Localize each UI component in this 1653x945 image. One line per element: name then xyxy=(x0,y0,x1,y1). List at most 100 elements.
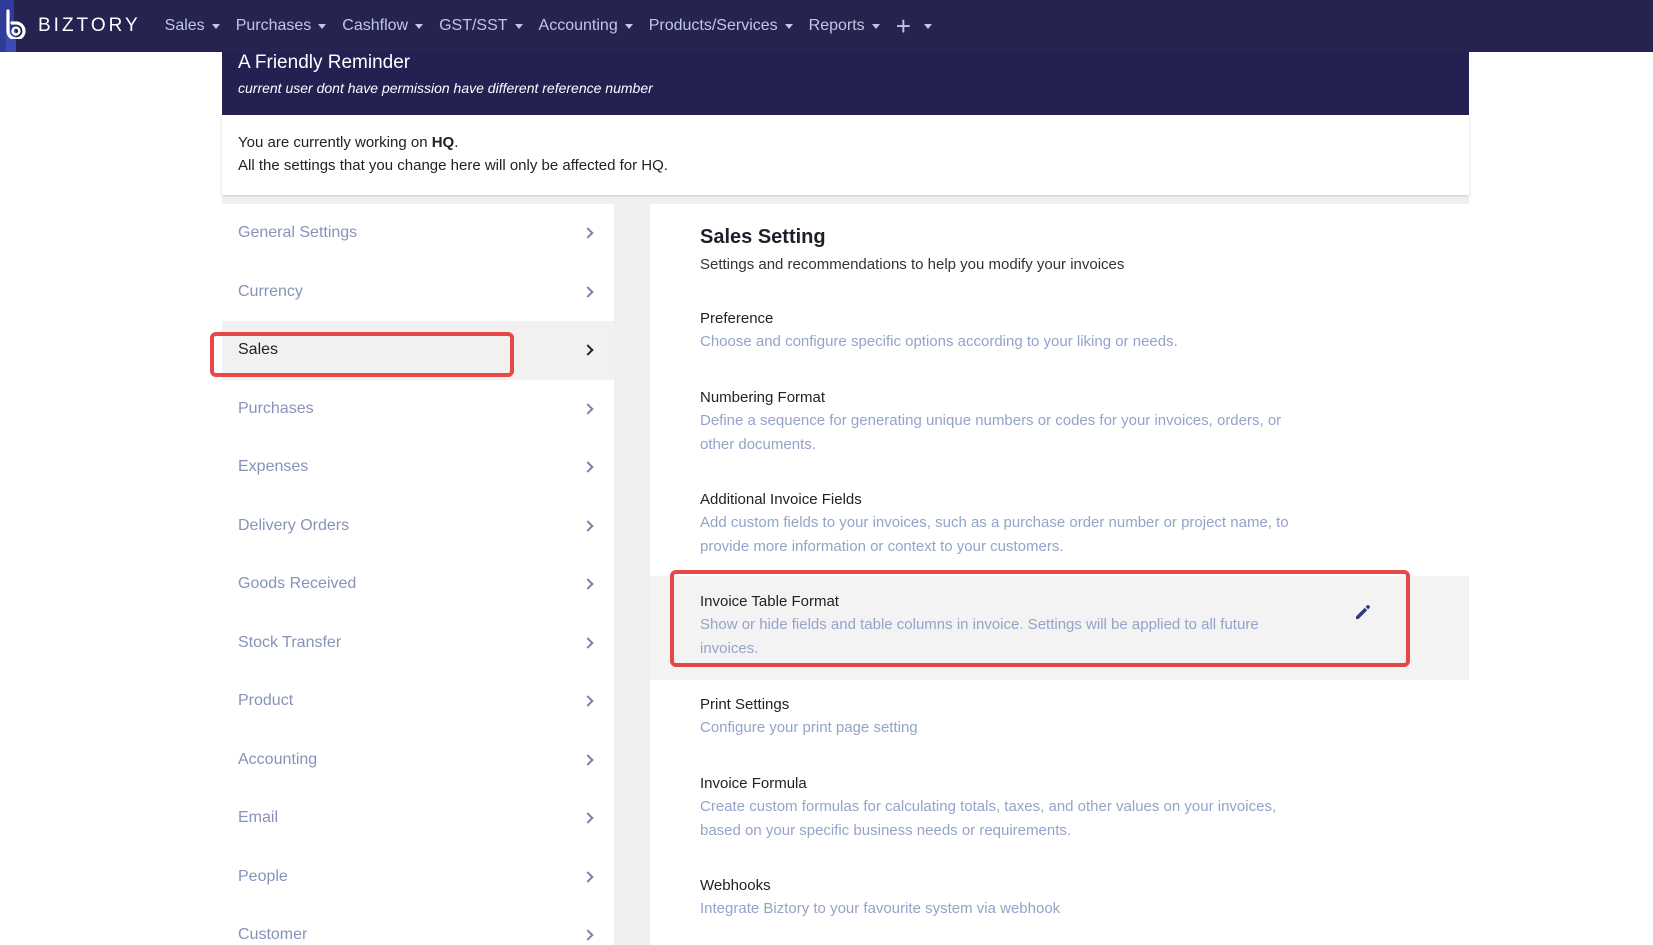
chevron-right-icon xyxy=(582,520,594,532)
chevron-right-icon xyxy=(582,227,594,239)
brand-logo[interactable]: BIZTORY xyxy=(0,0,141,52)
setting-invoice-table-format[interactable]: Invoice Table Format Show or hide fields… xyxy=(650,576,1469,680)
branch-info-box: You are currently working on HQ. All the… xyxy=(222,115,1469,195)
setting-title: Invoice Formula xyxy=(700,775,807,792)
sidebar-item-goods-received[interactable]: Goods Received xyxy=(222,555,614,614)
chevron-right-icon xyxy=(582,871,594,883)
chevron-right-icon xyxy=(582,286,594,298)
nav-products-services-label: Products/Services xyxy=(648,17,778,34)
sidebar-item-label: Delivery Orders xyxy=(238,516,350,534)
caret-down-icon xyxy=(415,23,424,29)
setting-invoice-formula[interactable]: Invoice Formula Create custom formulas f… xyxy=(650,772,1469,843)
caret-down-icon xyxy=(871,23,880,29)
nav-purchases[interactable]: Purchases xyxy=(236,17,327,35)
setting-description: Define a sequence for generating unique … xyxy=(700,412,1282,453)
sidebar-item-expenses[interactable]: Expenses xyxy=(222,438,614,497)
branch-info-prefix: You are currently working on xyxy=(238,134,432,151)
setting-title: Print Settings xyxy=(700,696,790,713)
nav-gst-sst-label: GST/SST xyxy=(439,17,508,34)
chevron-right-icon xyxy=(582,929,594,941)
brand-name: BIZTORY xyxy=(38,15,141,36)
reminder-title: A Friendly Reminder xyxy=(238,52,411,73)
sidebar-item-label: Product xyxy=(238,692,294,710)
sidebar-item-label: Stock Transfer xyxy=(238,633,342,651)
setting-description: Add custom fields to your invoices, such… xyxy=(700,514,1289,555)
nav-cashflow[interactable]: Cashflow xyxy=(342,17,424,35)
setting-preference[interactable]: Preference Choose and configure specific… xyxy=(650,307,1469,354)
sidebar-item-label: Accounting xyxy=(238,750,318,768)
sidebar-item-label: Customer xyxy=(238,926,308,944)
setting-numbering-format[interactable]: Numbering Format Define a sequence for g… xyxy=(650,386,1469,457)
sidebar-item-currency[interactable]: Currency xyxy=(222,263,614,322)
setting-description: Show or hide fields and table columns in… xyxy=(700,616,1259,657)
nav-sales-label: Sales xyxy=(164,17,205,34)
setting-webhooks[interactable]: Webhooks Integrate Biztory to your favou… xyxy=(650,874,1469,921)
sidebar-item-sales[interactable]: Sales xyxy=(222,321,614,380)
sidebar-item-label: General Settings xyxy=(238,224,358,242)
sidebar-item-people[interactable]: People xyxy=(222,848,614,907)
sidebar-item-label: Email xyxy=(238,809,279,827)
setting-title: Preference xyxy=(700,310,774,327)
caret-down-icon xyxy=(211,23,220,29)
setting-description: Configure your print page setting xyxy=(700,719,918,736)
nav-products-services[interactable]: Products/Services xyxy=(649,17,793,35)
sidebar-item-label: Currency xyxy=(238,282,303,300)
caret-down-icon xyxy=(923,23,932,29)
sidebar-item-label: Expenses xyxy=(238,458,309,476)
sidebar-item-label: People xyxy=(238,867,288,885)
chevron-right-icon xyxy=(582,637,594,649)
branch-info-suffix: . xyxy=(454,134,459,151)
sidebar-item-customer[interactable]: Customer xyxy=(222,906,614,945)
nav-accounting[interactable]: Accounting xyxy=(539,17,633,35)
setting-title: Numbering Format xyxy=(700,389,826,406)
sidebar-item-product[interactable]: Product xyxy=(222,672,614,731)
page-subtitle: Settings and recommendations to help you… xyxy=(700,256,1125,273)
caret-down-icon xyxy=(624,23,633,29)
chevron-right-icon xyxy=(582,754,594,766)
chevron-right-icon xyxy=(582,403,594,415)
nav-sales[interactable]: Sales xyxy=(165,17,220,35)
caret-down-icon xyxy=(784,23,793,29)
caret-down-icon xyxy=(514,23,523,29)
caret-down-icon xyxy=(318,23,327,29)
chevron-right-icon xyxy=(582,461,594,473)
setting-description: Choose and configure specific options ac… xyxy=(700,333,1178,350)
branch-info-line2: All the settings that you change here wi… xyxy=(238,157,668,174)
sidebar-item-general-settings[interactable]: General Settings xyxy=(222,204,614,263)
setting-title: Invoice Table Format xyxy=(700,593,839,610)
settings-sidebar: General Settings Currency Sales Purchase… xyxy=(222,204,614,945)
sidebar-item-accounting[interactable]: Accounting xyxy=(222,731,614,790)
nav-accounting-label: Accounting xyxy=(538,17,618,34)
setting-description: Create custom formulas for calculating t… xyxy=(700,798,1277,839)
sales-setting-panel: Sales Setting Settings and recommendatio… xyxy=(650,204,1469,945)
branch-name: HQ xyxy=(431,134,455,151)
setting-title: Additional Invoice Fields xyxy=(700,491,862,508)
chevron-right-icon xyxy=(582,344,594,356)
chevron-right-icon xyxy=(582,578,594,590)
sidebar-item-email[interactable]: Email xyxy=(222,789,614,848)
nav-gst-sst[interactable]: GST/SST xyxy=(439,17,523,35)
setting-description: Integrate Biztory to your favourite syst… xyxy=(700,900,1061,917)
reminder-banner: A Friendly Reminder current user dont ha… xyxy=(222,52,1469,115)
main-nav: Sales Purchases Cashflow GST/SST Account… xyxy=(165,0,948,52)
sidebar-item-label: Purchases xyxy=(238,399,314,417)
sidebar-item-purchases[interactable]: Purchases xyxy=(222,380,614,439)
setting-additional-invoice-fields[interactable]: Additional Invoice Fields Add custom fie… xyxy=(650,488,1469,559)
nav-reports[interactable]: Reports xyxy=(809,17,880,35)
sidebar-item-stock-transfer[interactable]: Stock Transfer xyxy=(222,614,614,673)
nav-quick-add[interactable]: + xyxy=(896,13,932,39)
setting-print-settings[interactable]: Print Settings Configure your print page… xyxy=(650,693,1469,740)
branch-info-line1: You are currently working on HQ. xyxy=(238,131,1453,154)
reminder-message: current user dont have permission have d… xyxy=(238,80,653,96)
chevron-right-icon xyxy=(582,695,594,707)
nav-purchases-label: Purchases xyxy=(235,17,312,34)
sidebar-item-delivery-orders[interactable]: Delivery Orders xyxy=(222,497,614,556)
sidebar-item-label: Sales xyxy=(238,341,279,359)
top-navbar: BIZTORY Sales Purchases Cashflow GST/SST… xyxy=(0,0,1653,52)
chevron-right-icon xyxy=(582,812,594,824)
setting-title: Webhooks xyxy=(700,877,771,894)
biztory-logo-icon xyxy=(0,0,34,52)
nav-reports-label: Reports xyxy=(808,17,865,34)
nav-cashflow-label: Cashflow xyxy=(342,17,409,34)
pencil-edit-icon[interactable] xyxy=(1353,602,1373,627)
